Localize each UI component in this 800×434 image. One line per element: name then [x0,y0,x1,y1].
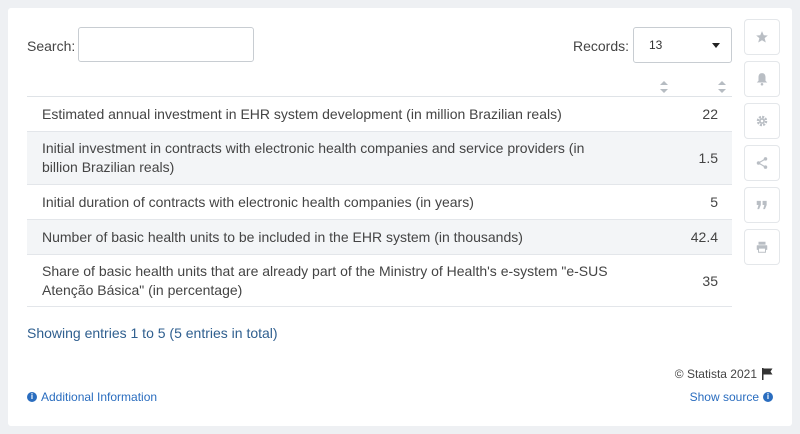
show-source-link[interactable]: Show source i [690,390,773,404]
entries-summary: Showing entries 1 to 5 (5 entries in tot… [27,325,278,341]
settings-button[interactable] [745,104,779,138]
row-value: 1.5 [698,150,718,166]
show-source-label: Show source [689,390,759,404]
row-label: Initial duration of contracts with elect… [42,193,474,210]
sort-icon[interactable] [718,81,726,93]
share-icon [756,157,768,169]
gear-icon [756,115,768,127]
table-row: Number of basic health units to be inclu… [27,220,732,255]
flag-icon[interactable] [762,368,773,380]
quote-icon [756,200,767,210]
row-value: 42.4 [690,229,718,245]
table-row: Share of basic health units that are alr… [27,255,732,307]
search-label: Search: [27,38,76,54]
print-icon [756,241,768,253]
records-select[interactable]: 13 [633,27,732,63]
row-value: 35 [702,272,718,289]
records-select-value: 13 [649,38,663,52]
table-row: Initial duration of contracts with elect… [27,185,732,220]
records-label: Records: [573,38,630,54]
chevron-down-icon [712,43,720,48]
info-icon: i [27,392,37,402]
row-value: 5 [710,194,718,210]
copyright: © Statista 2021 [675,367,773,381]
table-header [27,78,732,97]
row-label: Number of basic health units to be inclu… [42,228,523,245]
row-label: Estimated annual investment in EHR syste… [42,105,562,122]
data-table: Estimated annual investment in EHR syste… [27,78,732,307]
table-row: Initial investment in contracts with ele… [27,132,732,185]
star-icon [756,31,768,43]
notification-button[interactable] [745,62,779,96]
search-input[interactable] [78,27,254,62]
print-button[interactable] [745,230,779,264]
additional-info-link[interactable]: i Additional Information [27,390,157,404]
copyright-text: © Statista 2021 [674,367,757,381]
cite-button[interactable] [745,188,779,222]
table-row: Estimated annual investment in EHR syste… [27,97,732,132]
info-icon: i [763,392,773,402]
additional-info-label: Additional Information [41,390,158,404]
row-label: Share of basic health units that are alr… [42,262,608,298]
bell-icon [756,73,768,86]
row-label: Initial investment in contracts with ele… [42,140,585,175]
sort-icon[interactable] [660,81,668,93]
row-value: 22 [702,106,718,122]
share-button[interactable] [745,146,779,180]
favorite-button[interactable] [745,20,779,54]
